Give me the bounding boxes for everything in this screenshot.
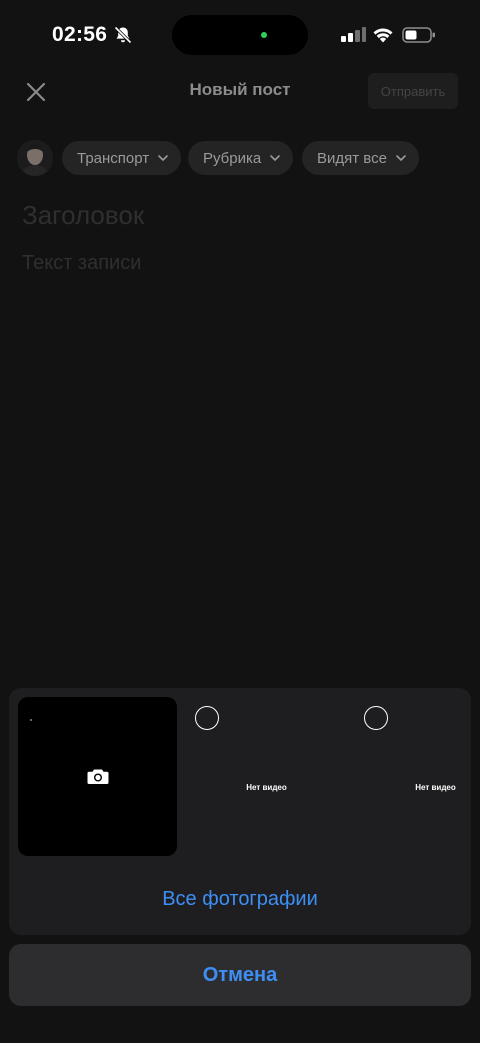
nav-bar: Новый пост Отправить [0, 70, 480, 114]
topic-dropdown-label: Транспорт [77, 149, 150, 167]
camera-preview [30, 719, 32, 721]
category-dropdown-label: Рубрика [203, 149, 262, 167]
cellular-signal-icon [341, 27, 366, 42]
status-time: 02:56 [52, 23, 108, 46]
topic-dropdown[interactable]: Транспорт [62, 141, 182, 175]
status-bar: 02:56 [0, 0, 480, 70]
select-circle-icon[interactable] [195, 706, 219, 730]
no-video-label: Нет видео [246, 783, 287, 792]
video-tile[interactable]: Нет видео [187, 697, 346, 856]
send-button[interactable]: Отправить [368, 73, 458, 109]
chevron-down-icon [158, 155, 168, 161]
bell-off-icon [114, 26, 132, 44]
category-dropdown[interactable]: Рубрика [188, 141, 294, 175]
visibility-dropdown-label: Видят все [317, 149, 387, 167]
video-tile[interactable]: Нет видео [356, 697, 471, 856]
visibility-dropdown[interactable]: Видят все [302, 141, 419, 175]
post-body-input[interactable]: Текст записи [22, 252, 141, 275]
post-settings-row: Транспорт Рубрика Видят все [0, 140, 480, 176]
dynamic-island [172, 15, 308, 55]
avatar-photo [17, 140, 53, 176]
battery-icon [402, 27, 435, 43]
cancel-button[interactable]: Отмена [9, 944, 471, 1006]
chevron-down-icon [270, 155, 281, 161]
post-title-input[interactable]: Заголовок [22, 200, 144, 231]
camera-tile[interactable] [18, 697, 177, 856]
wifi-icon [373, 28, 393, 43]
chevron-down-icon [396, 155, 406, 161]
media-picker-sheet: Нет видео Нет видео Все фотографии [9, 688, 471, 935]
camera-indicator-icon [261, 32, 267, 38]
select-circle-icon[interactable] [364, 706, 388, 730]
no-video-label: Нет видео [415, 783, 456, 792]
camera-icon [87, 769, 109, 784]
screen: 02:56 Новый пост Отправить Транспорт Руб… [0, 0, 480, 1043]
avatar[interactable] [17, 140, 53, 176]
all-photos-button[interactable]: Все фотографии [9, 888, 471, 911]
